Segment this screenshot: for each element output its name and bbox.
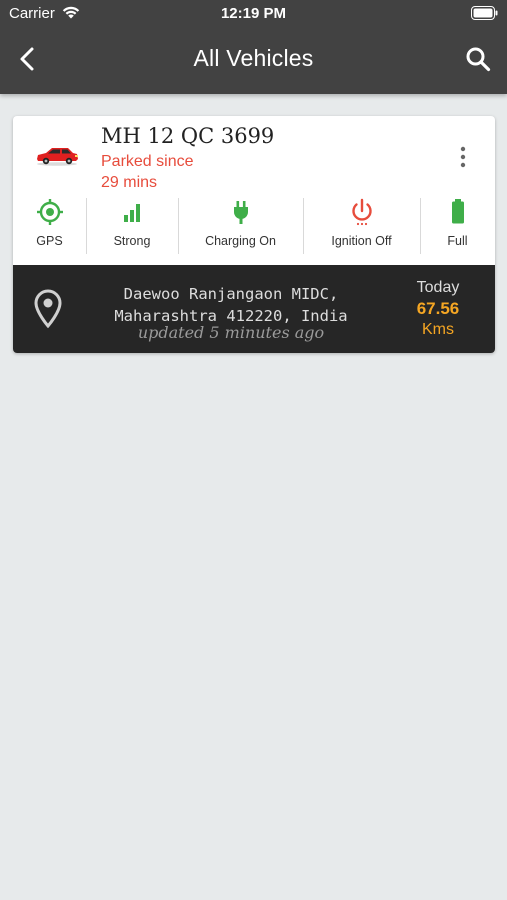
vehicle-address: Daewoo Ranjangaon MIDC, Maharashtra 4122… xyxy=(71,283,391,327)
app-header: Carrier 12:19 PM All Vehicles xyxy=(0,0,507,94)
indicator-label: Strong xyxy=(113,234,151,248)
vehicle-card[interactable]: MH 12 QC 3699 Parked since 29 mins GPS S… xyxy=(13,116,495,353)
location-pin-icon xyxy=(34,289,62,329)
distance-value: 67.56 xyxy=(416,299,460,318)
distance-label: Today xyxy=(416,279,460,296)
more-vertical-icon[interactable] xyxy=(459,146,467,168)
indicator-label: GPS xyxy=(36,234,63,248)
indicator-ignition: Ignition Off xyxy=(303,196,420,262)
clock: 12:19 PM xyxy=(220,5,287,22)
indicator-label: Full xyxy=(447,234,468,248)
page-title: All Vehicles xyxy=(193,45,314,71)
indicator-battery: Full xyxy=(420,196,495,262)
vehicle-indicators: GPS Strong Charging On Ignition Off Full xyxy=(13,196,495,262)
vehicle-status: Parked since 29 mins xyxy=(101,151,261,193)
plug-icon xyxy=(233,201,248,224)
last-updated: updated 5 minutes ago xyxy=(137,323,325,342)
battery-icon xyxy=(451,199,464,224)
status-bar: Carrier 12:19 PM xyxy=(0,0,507,28)
indicator-label: Ignition Off xyxy=(331,234,392,248)
car-icon xyxy=(37,148,78,166)
signal-bars-icon xyxy=(124,204,140,222)
status-line-1: Parked since xyxy=(101,153,194,170)
indicator-gps: GPS xyxy=(13,196,86,262)
status-line-2: 29 mins xyxy=(101,174,158,191)
indicator-signal: Strong xyxy=(86,196,178,262)
navigation-bar: All Vehicles xyxy=(0,28,507,94)
power-icon xyxy=(351,198,372,226)
battery-status-icon xyxy=(471,6,498,20)
search-icon[interactable] xyxy=(465,46,491,72)
address-line-1: Daewoo Ranjangaon MIDC, xyxy=(123,285,339,303)
indicator-charging: Charging On xyxy=(178,196,303,262)
vehicle-plate: MH 12 QC 3699 xyxy=(101,124,275,148)
distance-unit: Kms xyxy=(422,321,454,338)
indicator-label: Charging On xyxy=(205,234,276,248)
location-footer[interactable]: Daewoo Ranjangaon MIDC, Maharashtra 4122… xyxy=(13,265,495,353)
gps-target-icon xyxy=(36,199,63,225)
